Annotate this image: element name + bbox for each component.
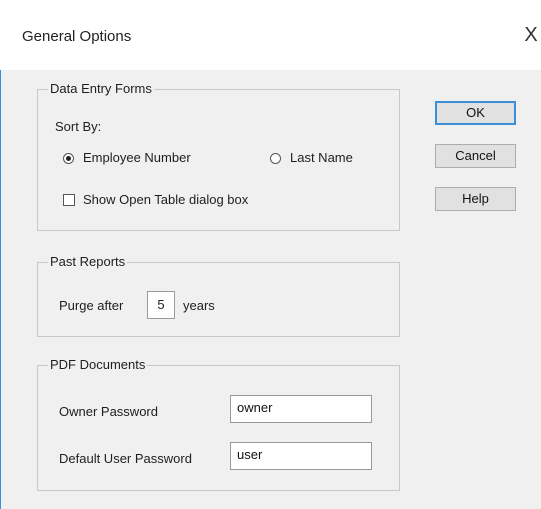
sort-by-label: Sort By: [55, 119, 102, 134]
close-icon[interactable]: X [521, 20, 541, 50]
show-open-table-label[interactable]: Show Open Table dialog box [83, 192, 248, 208]
default-user-password-field[interactable]: user [230, 442, 372, 470]
data-entry-forms-legend: Data Entry Forms [48, 81, 154, 97]
ok-button[interactable]: OK [435, 101, 516, 125]
default-user-password-label: Default User Password [59, 451, 192, 466]
owner-password-field[interactable]: owner [230, 395, 372, 423]
dialog-title: General Options [22, 28, 132, 45]
cancel-button[interactable]: Cancel [435, 144, 516, 168]
show-open-table-checkbox[interactable] [63, 194, 75, 206]
purge-years-input[interactable]: 5 [147, 291, 175, 319]
employee-number-label[interactable]: Employee Number [83, 150, 191, 166]
employee-number-radio[interactable] [63, 153, 74, 164]
last-name-radio[interactable] [270, 153, 281, 164]
last-name-label[interactable]: Last Name [290, 150, 353, 166]
years-label: years [183, 298, 215, 313]
purge-after-label: Purge after [59, 298, 124, 313]
pdf-documents-group: PDF Documents Owner Password owner Defau… [37, 357, 400, 491]
help-button[interactable]: Help [435, 187, 516, 211]
past-reports-legend: Past Reports [48, 254, 128, 270]
past-reports-group: Past Reports Purge after 5 years [37, 254, 400, 337]
general-options-dialog: General Options X Data Entry Forms Sort … [0, 0, 541, 509]
pdf-documents-legend: PDF Documents [48, 357, 148, 373]
owner-password-label: Owner Password [59, 404, 158, 419]
window-border [0, 70, 1, 509]
title-bar: General Options X [0, 0, 541, 70]
data-entry-forms-group: Data Entry Forms Sort By: Employee Numbe… [37, 81, 400, 231]
